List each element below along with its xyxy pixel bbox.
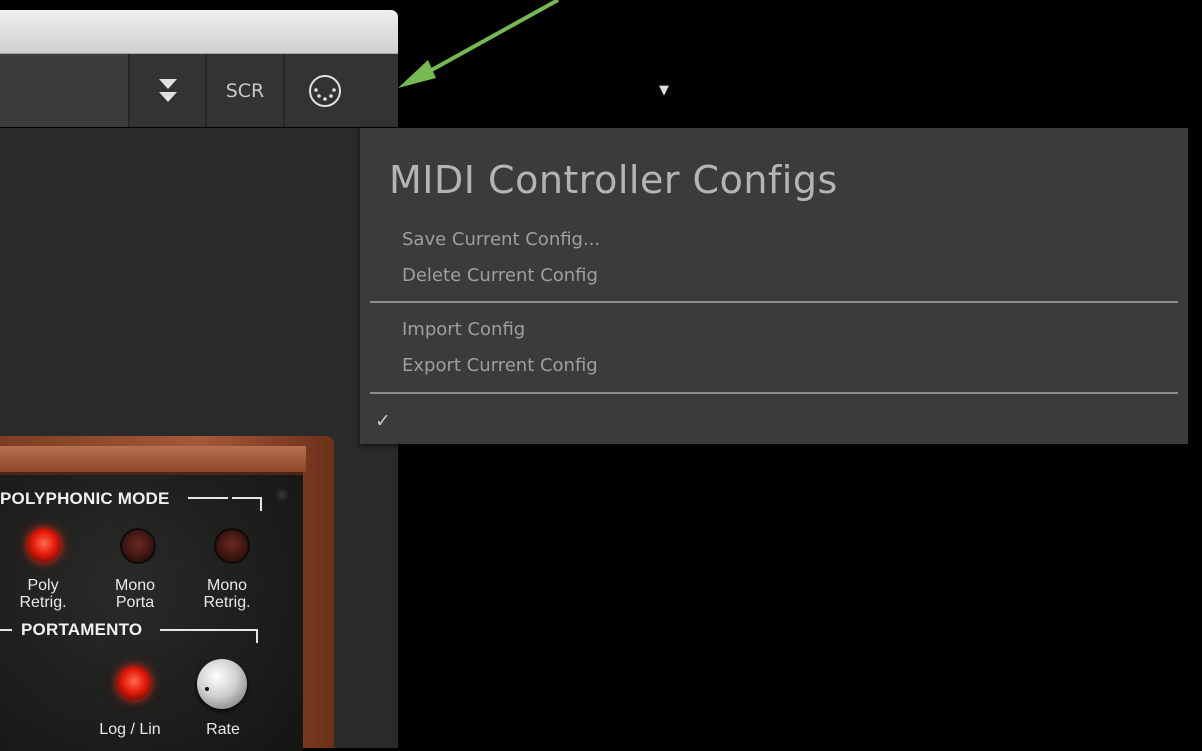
knob-indicator bbox=[205, 687, 209, 691]
menu-item-save-config[interactable]: Save Current Config... bbox=[402, 229, 600, 250]
window-titlebar bbox=[0, 10, 398, 54]
label-line: Mono bbox=[206, 577, 248, 594]
label-line: Porta bbox=[115, 594, 155, 611]
midi-config-menu: MIDI Controller Configs Save Current Con… bbox=[360, 128, 1188, 444]
menu-item-import-config[interactable]: Import Config bbox=[402, 319, 525, 340]
label-line: Poly bbox=[27, 577, 59, 594]
rate-label: Rate bbox=[206, 721, 240, 738]
checkmark-icon[interactable]: ✓ bbox=[375, 410, 391, 432]
mono-retrig-led[interactable] bbox=[214, 528, 250, 564]
scr-button[interactable]: SCR bbox=[205, 54, 283, 127]
synth-top-rim bbox=[0, 446, 306, 472]
divider bbox=[188, 497, 228, 499]
midi-port-icon bbox=[309, 74, 341, 107]
label-line: Mono bbox=[114, 577, 156, 594]
poly-retrig-label: Poly Retrig. bbox=[3, 577, 83, 611]
label-line: Retrig. bbox=[203, 594, 251, 611]
rate-knob[interactable] bbox=[197, 659, 247, 709]
poly-retrig-led[interactable] bbox=[27, 528, 61, 562]
triangle-down-icon[interactable]: ▼ bbox=[659, 83, 669, 98]
mono-retrig-label: Mono Retrig. bbox=[187, 577, 267, 611]
screw-icon bbox=[275, 488, 289, 502]
divider bbox=[0, 629, 12, 631]
annotation-arrow-icon bbox=[398, 0, 559, 88]
menu-title: MIDI Controller Configs bbox=[389, 158, 838, 202]
divider bbox=[256, 629, 258, 643]
mono-porta-led[interactable] bbox=[120, 528, 156, 564]
menu-separator bbox=[370, 392, 1178, 394]
divider bbox=[160, 629, 258, 631]
polyphonic-mode-title: POLYPHONIC MODE bbox=[0, 489, 170, 508]
midi-config-button[interactable]: ▼ bbox=[283, 54, 669, 127]
label-line: Retrig. bbox=[19, 594, 67, 611]
collapse-button[interactable] bbox=[128, 54, 205, 127]
log-lin-led[interactable] bbox=[117, 666, 151, 700]
divider bbox=[232, 497, 262, 499]
mono-porta-label: Mono Porta bbox=[95, 577, 175, 611]
portamento-title: PORTAMENTO bbox=[21, 620, 143, 639]
divider bbox=[260, 497, 262, 511]
menu-separator bbox=[370, 301, 1178, 303]
log-lin-label: Log / Lin bbox=[99, 721, 161, 738]
menu-item-export-config[interactable]: Export Current Config bbox=[402, 355, 598, 376]
synth-panel bbox=[0, 472, 303, 751]
scr-label: SCR bbox=[225, 79, 265, 102]
menu-item-delete-config[interactable]: Delete Current Config bbox=[402, 265, 598, 286]
toolbar: SCR ▼ bbox=[0, 54, 669, 127]
double-chevron-down-icon bbox=[158, 78, 177, 102]
